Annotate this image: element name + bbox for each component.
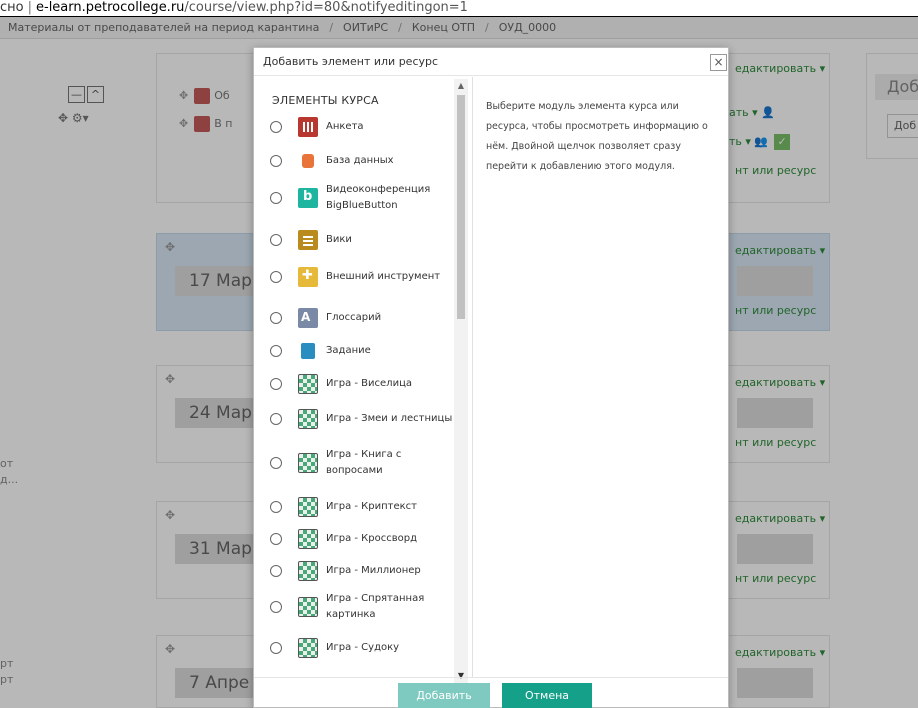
assignment-icon [298,341,318,361]
option-radio[interactable] [270,234,282,246]
option-radio[interactable] [270,642,282,654]
option-radio[interactable] [270,155,282,167]
option-game-hangman[interactable]: Игра - Виселица [270,369,460,399]
options-section-heading: ЭЛЕМЕНТЫ КУРСА [272,94,379,107]
option-game-cryptex[interactable]: Игра - Криптекст [270,492,460,522]
game-icon [298,638,318,658]
option-radio[interactable] [270,457,282,469]
dialog-footer: Добавить Отмена [254,677,728,708]
database-icon [298,151,318,171]
option-radio[interactable] [270,501,282,513]
security-label: сно [0,0,24,15]
option-game-crossword[interactable]: Игра - Кроссворд [270,524,460,554]
option-radio[interactable] [270,413,282,425]
bigbluebutton-icon [298,188,318,208]
option-database[interactable]: База данных [270,146,460,176]
option-radio[interactable] [270,565,282,577]
option-game-hidden-picture[interactable]: Игра - Спрятанная картинка [270,589,460,625]
option-survey[interactable]: Анкета [270,112,460,142]
help-text: Выберите модуль элемента курса или ресур… [486,101,708,172]
close-icon[interactable]: × [710,54,727,71]
dialog-title: Добавить элемент или ресурс [263,55,439,68]
options-list[interactable]: ЭЛЕМЕНТЫ КУРСА Анкета База данных Видеок… [254,77,472,677]
glossary-icon [298,308,318,328]
option-radio[interactable] [270,121,282,133]
option-game-snakes[interactable]: Игра - Змеи и лестницы [270,401,460,437]
option-radio[interactable] [270,378,282,390]
dialog-header: Добавить элемент или ресурс × [254,48,728,76]
wiki-icon [298,230,318,250]
scrollbar-thumb[interactable] [457,95,465,319]
add-button[interactable]: Добавить [398,683,490,708]
game-icon [298,409,318,429]
option-radio[interactable] [270,192,282,204]
option-external-tool[interactable]: Внешний инструмент [270,259,460,295]
game-icon [298,561,318,581]
game-icon [298,597,318,617]
scroll-up-icon[interactable]: ▲ [454,79,468,93]
option-radio[interactable] [270,345,282,357]
url-host: e-learn.petrocollege.ru [36,0,185,15]
cancel-button[interactable]: Отмена [502,683,592,708]
option-wiki[interactable]: Вики [270,225,460,255]
option-radio[interactable] [270,271,282,283]
game-icon [298,529,318,549]
game-icon [298,453,318,473]
option-game-millionaire[interactable]: Игра - Миллионер [270,556,460,586]
option-game-sudoku[interactable]: Игра - Судоку [270,633,460,663]
game-icon [298,497,318,517]
address-separator: | [27,0,32,15]
option-glossary[interactable]: Глоссарий [270,303,460,333]
pane-divider [472,77,473,677]
external-tool-icon [298,267,318,287]
activity-chooser-dialog: Добавить элемент или ресурс × ЭЛЕМЕНТЫ К… [253,47,729,708]
option-game-book[interactable]: Игра - Книга с вопросами [270,445,460,481]
options-scrollbar[interactable]: ▲ ▼ [454,79,468,685]
game-icon [298,374,318,394]
url-path: /course/view.php?id=80&notifyeditingon=1 [184,0,468,15]
option-radio[interactable] [270,312,282,324]
option-radio[interactable] [270,601,282,613]
option-radio[interactable] [270,533,282,545]
option-assignment[interactable]: Задание [270,336,460,366]
address-bar[interactable]: сно | e-learn.petrocollege.ru/course/view.… [0,0,918,17]
option-bigbluebutton[interactable]: Видеоконференция BigBlueButton [270,180,460,216]
survey-icon [298,117,318,137]
